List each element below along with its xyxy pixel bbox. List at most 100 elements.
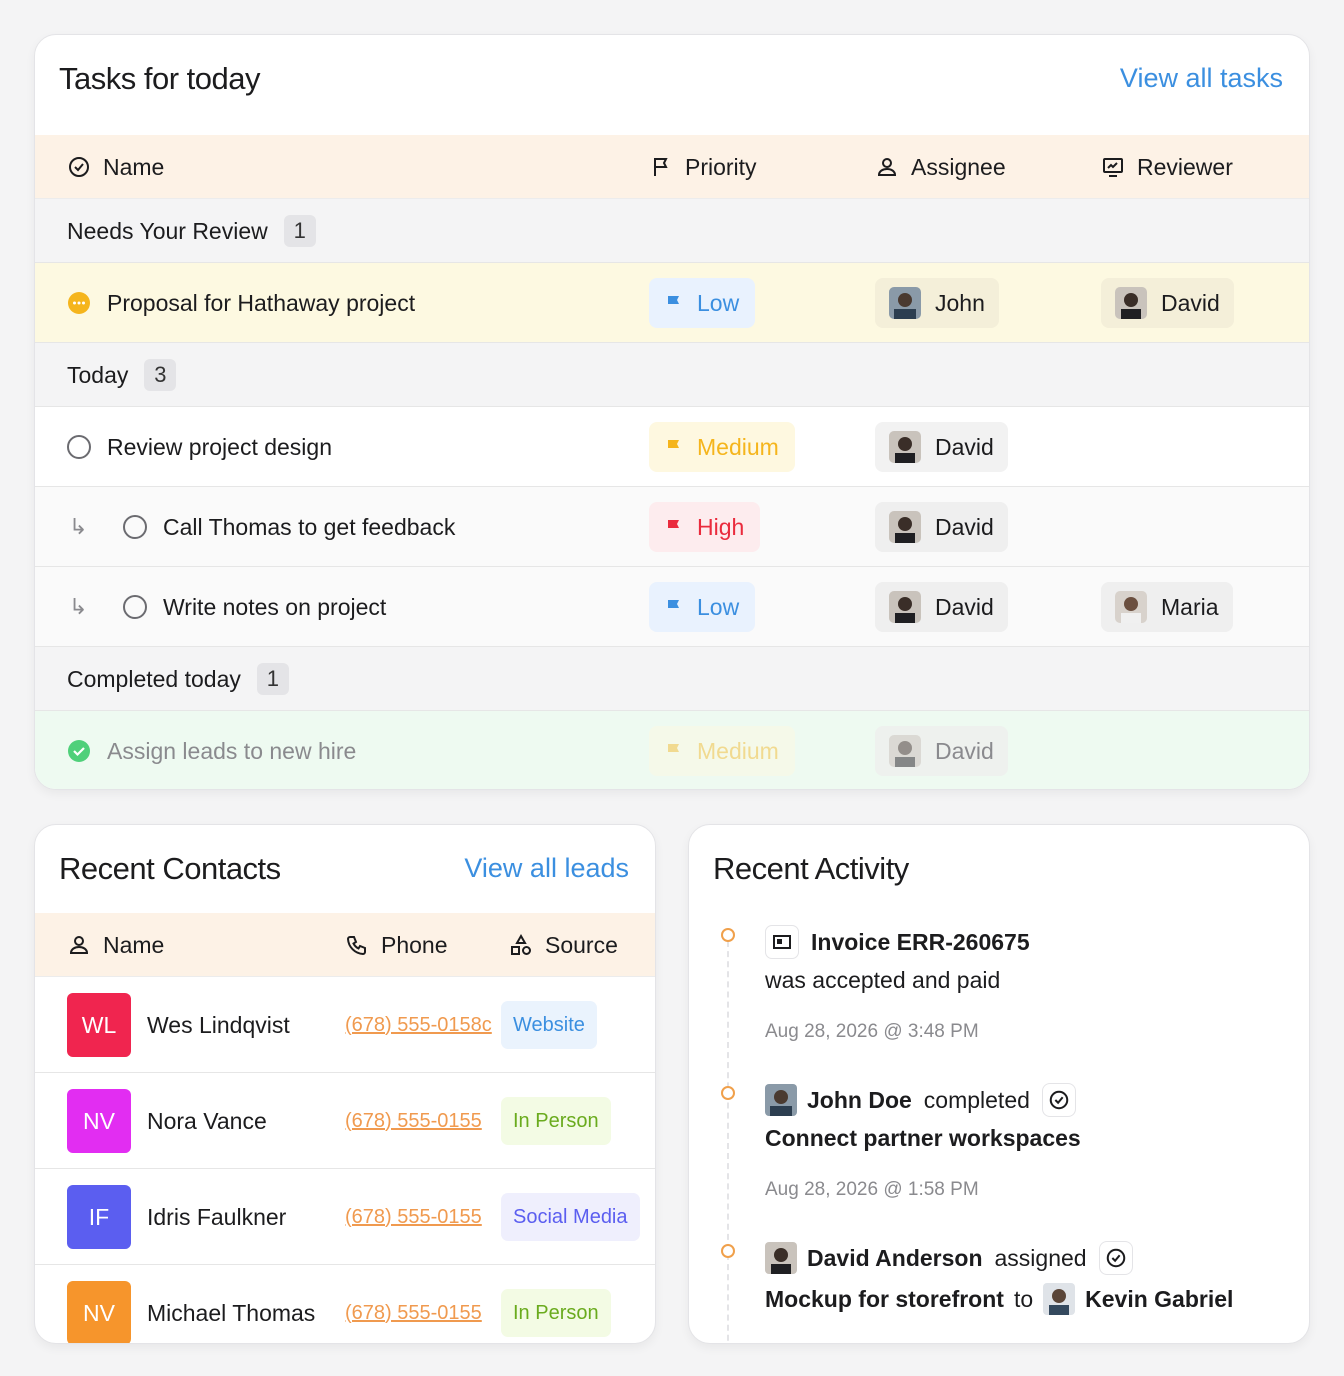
check-circle-filled-icon[interactable]: [67, 739, 91, 763]
reviewer-chip[interactable]: Maria: [1101, 582, 1233, 632]
shapes-icon: [511, 933, 531, 955]
task-row[interactable]: Assign leads to new hire Medium David: [35, 711, 1309, 789]
source-badge: In Person: [501, 1097, 611, 1145]
group-label: Completed today: [67, 665, 241, 692]
priority-badge[interactable]: Low: [649, 582, 756, 632]
group-completed-today[interactable]: Completed today 1: [35, 647, 1309, 711]
timeline-dot: [721, 928, 735, 942]
flag-icon: [668, 600, 679, 615]
flag-icon: [668, 520, 679, 535]
flag-icon: [654, 158, 668, 176]
column-priority[interactable]: Priority: [649, 135, 757, 199]
task-name[interactable]: Proposal for Hathaway project: [107, 263, 415, 343]
activity-detail: was accepted and paid: [765, 967, 1001, 993]
check-circle-icon: [1041, 1083, 1076, 1117]
activity-actor[interactable]: David Anderson: [807, 1245, 983, 1272]
assignee-chip[interactable]: David: [875, 726, 1008, 776]
contact-name[interactable]: Michael Thomas: [147, 1265, 315, 1343]
contact-row[interactable]: WL Wes Lindqvist (678) 555-0158c Website: [35, 977, 655, 1073]
activity-verb: completed: [923, 1086, 1030, 1113]
assignee-chip[interactable]: David: [875, 582, 1008, 632]
column-source[interactable]: Source: [509, 913, 618, 977]
task-row[interactable]: Review project design Medium David: [35, 407, 1309, 487]
view-all-leads-link[interactable]: View all leads: [464, 853, 629, 884]
activity-object[interactable]: Mockup for storefront to Kevin Gabriel: [765, 1283, 1233, 1315]
column-assignee[interactable]: Assignee: [875, 135, 1006, 199]
avatar: [889, 511, 921, 543]
group-count: 3: [144, 359, 177, 391]
group-count: 1: [283, 215, 316, 247]
task-checkbox[interactable]: [123, 515, 147, 539]
activity-time: Aug 28, 2026 @ 1:58 PM: [765, 1179, 979, 1200]
recent-activity-card: Recent Activity Invoice ERR-260675 was a…: [688, 824, 1310, 1344]
contacts-title: Recent Contacts: [59, 851, 281, 886]
column-phone[interactable]: Phone: [345, 913, 448, 977]
priority-badge[interactable]: Low: [649, 278, 756, 328]
contacts-table-header: Name Phone Source: [35, 913, 655, 977]
priority-badge[interactable]: Medium: [649, 726, 795, 776]
activity-item[interactable]: David Anderson assigned: [765, 1241, 1133, 1275]
contact-row[interactable]: NV Nora Vance (678) 555-0155 In Person: [35, 1073, 655, 1169]
column-reviewer[interactable]: Reviewer: [1101, 135, 1233, 199]
contact-initials: NV: [67, 1281, 131, 1343]
user-icon: [877, 158, 897, 176]
column-name[interactable]: Name: [67, 913, 164, 977]
activity-object[interactable]: Connect partner workspaces: [765, 1125, 1081, 1152]
task-checkbox[interactable]: [123, 595, 147, 619]
task-name[interactable]: Write notes on project: [163, 567, 386, 647]
avatar: [889, 287, 921, 319]
contact-name[interactable]: Nora Vance: [147, 1073, 267, 1169]
review-icon: [1103, 158, 1123, 177]
tasks-table-header: Name Priority Assignee Reviewer: [35, 135, 1309, 199]
group-label: Needs Your Review: [67, 217, 268, 244]
contact-phone[interactable]: (678) 555-0155: [345, 1169, 482, 1265]
timeline-dot: [721, 1086, 735, 1100]
priority-badge[interactable]: High: [649, 502, 761, 552]
avatar: [765, 1084, 797, 1116]
view-all-tasks-link[interactable]: View all tasks: [1120, 63, 1283, 94]
subtask-row[interactable]: ↳ Call Thomas to get feedback High David: [35, 487, 1309, 567]
activity-subject[interactable]: Invoice ERR-260675: [811, 929, 1030, 956]
task-name[interactable]: Assign leads to new hire: [107, 711, 356, 789]
contact-name[interactable]: Idris Faulkner: [147, 1169, 286, 1265]
timeline-line: [727, 941, 729, 1343]
column-name[interactable]: Name: [67, 135, 164, 199]
activity-item[interactable]: Invoice ERR-260675: [765, 925, 1030, 959]
in-review-icon: [68, 292, 90, 314]
user-icon: [69, 936, 89, 954]
contact-row[interactable]: NV Michael Thomas (678) 555-0155 In Pers…: [35, 1265, 655, 1343]
contact-name[interactable]: Wes Lindqvist: [147, 977, 290, 1073]
group-needs-review[interactable]: Needs Your Review 1: [35, 199, 1309, 263]
task-name[interactable]: Review project design: [107, 407, 332, 487]
source-badge: Website: [501, 1001, 597, 1049]
subtask-arrow-icon: ↳: [69, 594, 88, 619]
check-circle-icon: [69, 157, 89, 177]
task-row[interactable]: Proposal for Hathaway project Low John D…: [35, 263, 1309, 343]
contact-row[interactable]: IF Idris Faulkner (678) 555-0155 Social …: [35, 1169, 655, 1265]
activity-item[interactable]: John Doe completed: [765, 1083, 1076, 1117]
avatar: [1115, 591, 1147, 623]
avatar: [1043, 1283, 1076, 1315]
group-label: Today: [67, 361, 129, 388]
activity-connector: to: [1013, 1285, 1034, 1312]
activity-target[interactable]: Kevin Gabriel: [1085, 1286, 1233, 1313]
assignee-chip[interactable]: David: [875, 502, 1008, 552]
contact-phone[interactable]: (678) 555-0155: [345, 1073, 482, 1169]
task-name[interactable]: Call Thomas to get feedback: [163, 487, 455, 567]
priority-badge[interactable]: Medium: [649, 422, 795, 472]
avatar: [1115, 287, 1147, 319]
group-count: 1: [256, 663, 289, 695]
reviewer-chip[interactable]: David: [1101, 278, 1234, 328]
recent-contacts-card: Recent Contacts View all leads Name Phon…: [34, 824, 656, 1344]
activity-actor[interactable]: John Doe: [807, 1087, 912, 1114]
contact-phone[interactable]: (678) 555-0158c: [345, 977, 492, 1073]
group-today[interactable]: Today 3: [35, 343, 1309, 407]
contact-initials: WL: [67, 993, 131, 1057]
assignee-chip[interactable]: David: [875, 422, 1008, 472]
task-checkbox[interactable]: [67, 435, 91, 459]
phone-icon: [346, 936, 366, 956]
contact-phone[interactable]: (678) 555-0155: [345, 1265, 482, 1343]
subtask-row[interactable]: ↳ Write notes on project Low David Maria: [35, 567, 1309, 647]
invoice-icon: [765, 925, 799, 959]
assignee-chip[interactable]: John: [875, 278, 999, 328]
